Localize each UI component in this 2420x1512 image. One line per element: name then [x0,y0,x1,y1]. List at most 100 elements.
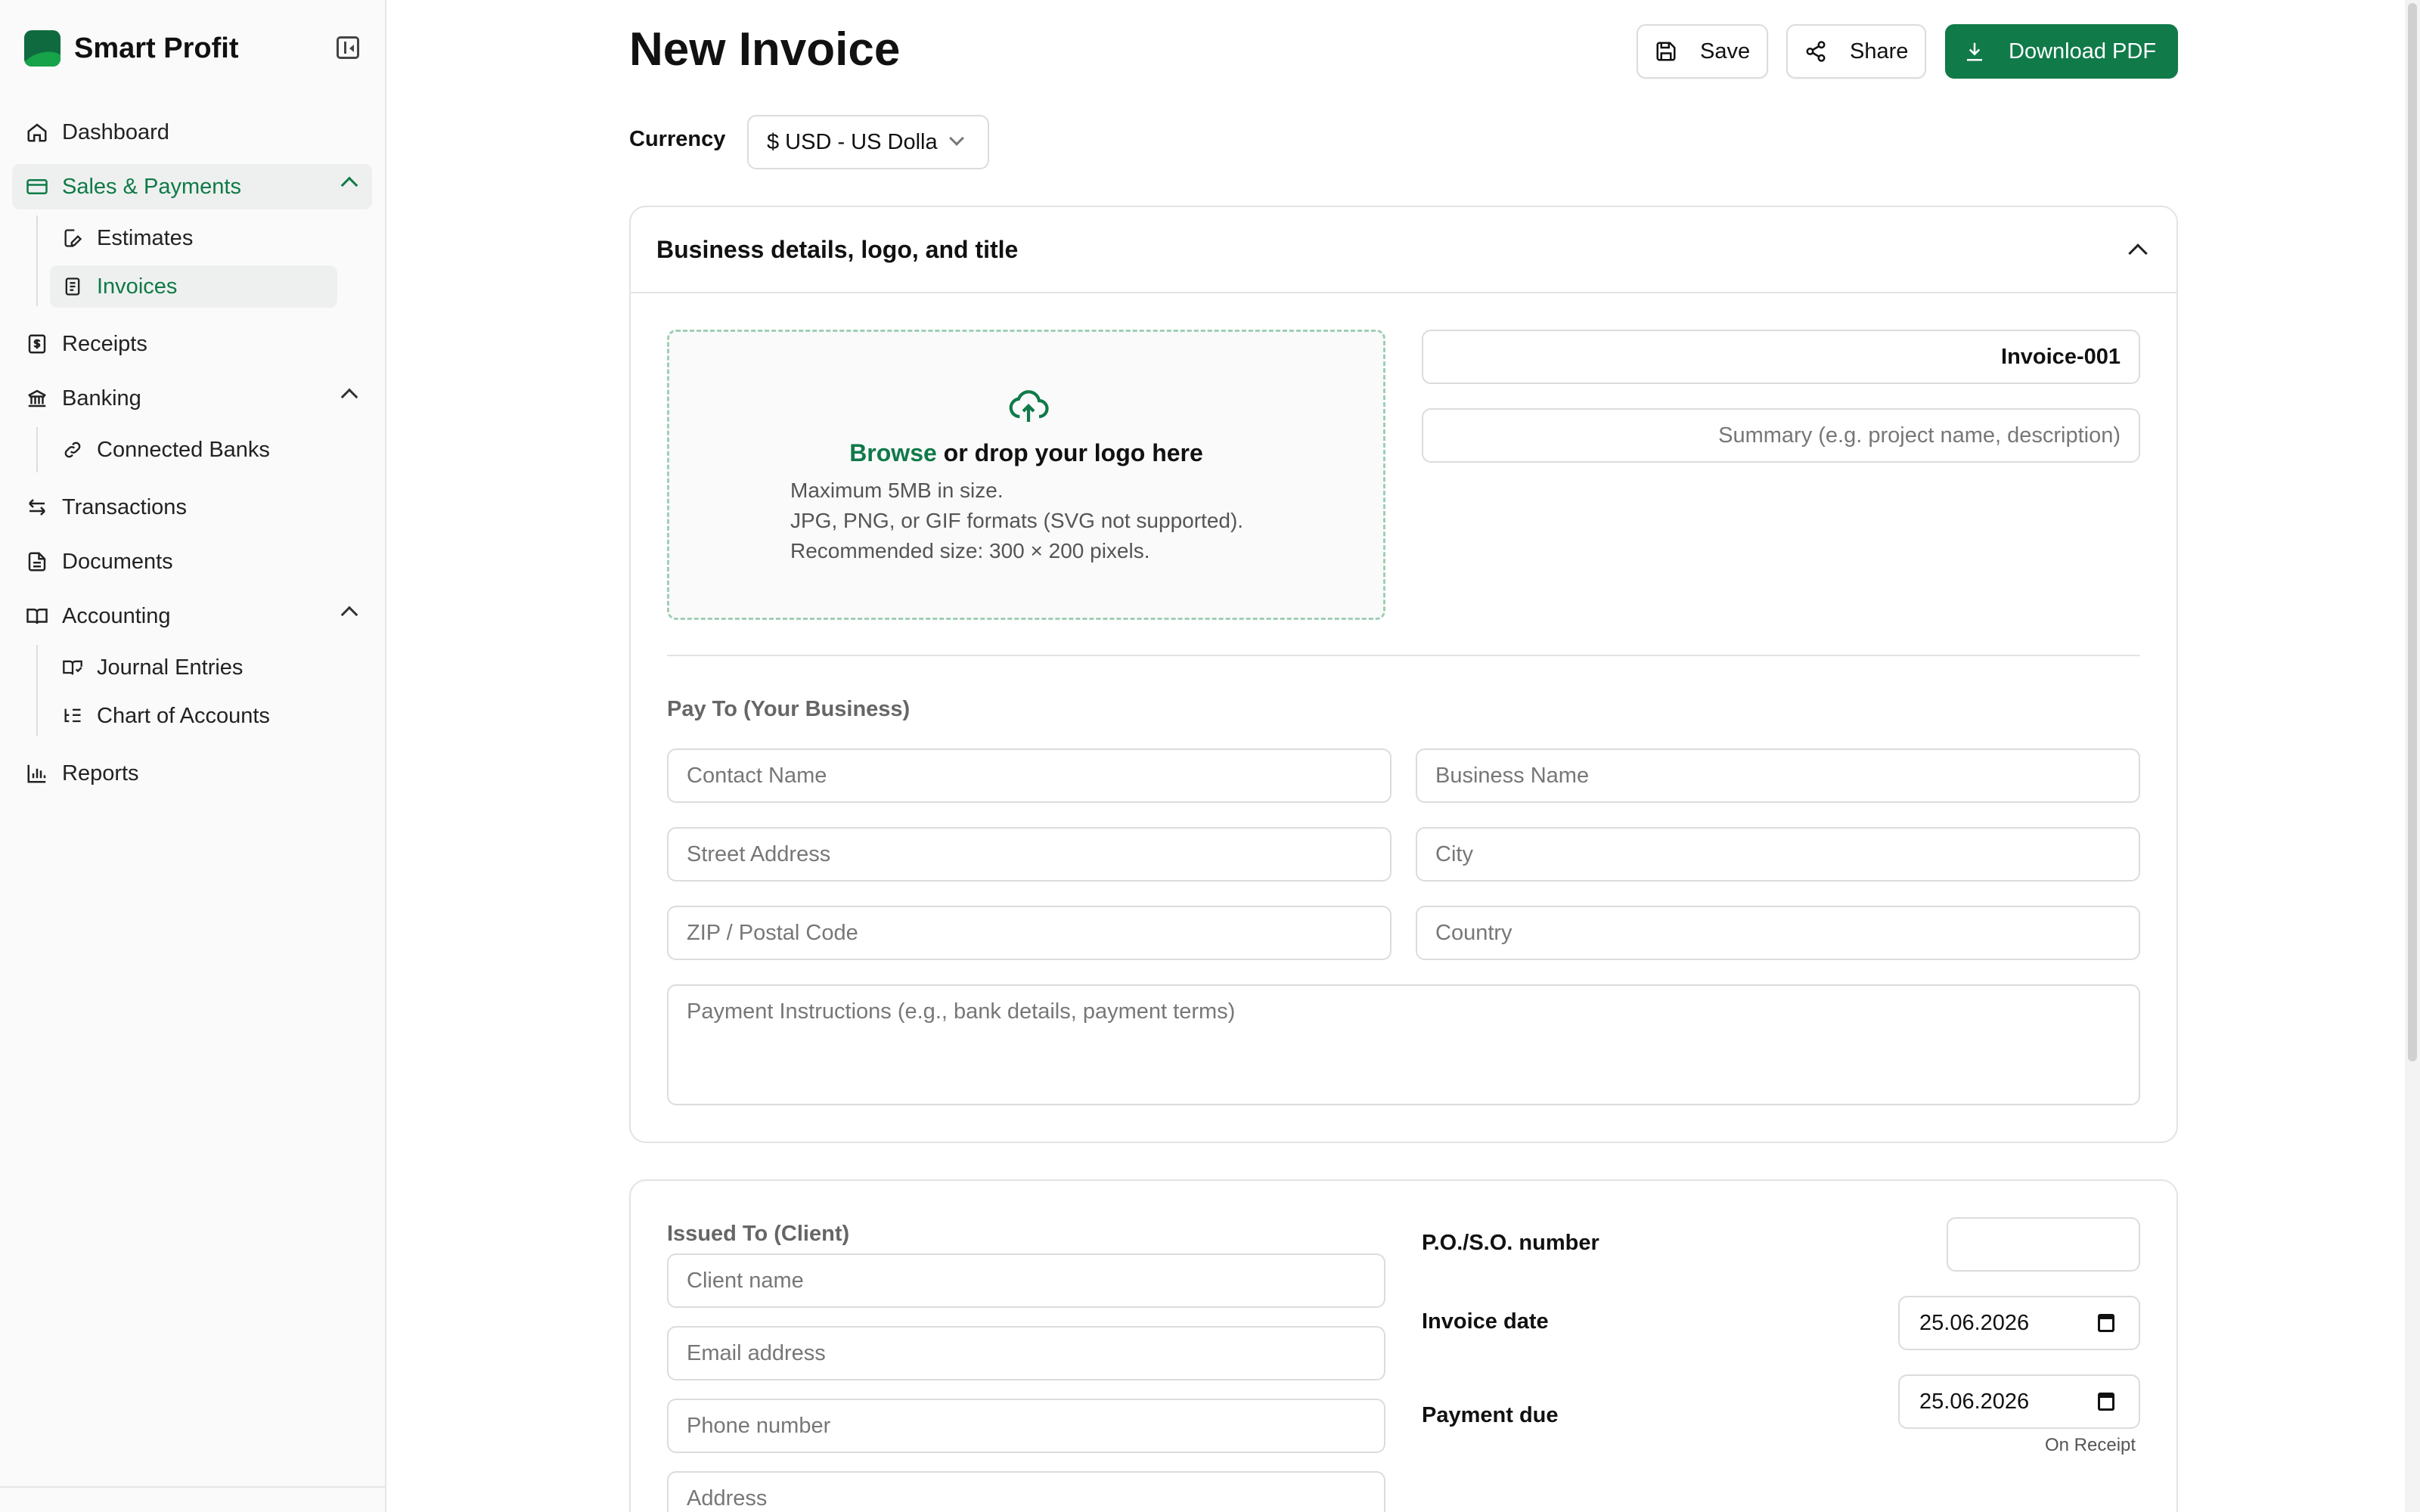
sidebar-item-chart-of-accounts[interactable]: Chart of Accounts [50,695,337,737]
tree-line [36,427,38,472]
dropzone-hint-size: Maximum 5MB in size. [790,479,1004,502]
sidebar-item-label: Banking [62,386,141,411]
sidebar-item-label: Chart of Accounts [97,703,270,728]
payment-due-input[interactable]: 25.06.2026 [1898,1374,2140,1429]
share-label: Share [1850,39,1909,64]
contact-name-input[interactable] [667,748,1392,803]
sidebar-item-journal-entries[interactable]: Journal Entries [50,646,337,689]
sidebar-item-label: Estimates [97,225,194,250]
sidebar-item-label: Journal Entries [97,655,244,680]
chevron-down-icon [949,131,964,146]
sidebar-item-transactions[interactable]: Transactions [12,485,372,530]
sidebar-item-sales-payments[interactable]: Sales & Payments [12,164,372,209]
sidebar-item-label: Reports [62,761,139,785]
sidebar-item-invoices[interactable]: Invoices [50,265,337,308]
share-icon [1804,40,1827,63]
sidebar-collapse-icon[interactable] [337,36,359,59]
country-input[interactable] [1416,906,2140,960]
tree-line [36,215,38,306]
sidebar-item-connected-banks[interactable]: Connected Banks [50,429,337,471]
chevron-up-icon [340,388,358,406]
calendar-icon[interactable] [2098,1393,2114,1411]
save-label: Save [1700,39,1751,64]
book-icon [26,605,48,627]
page-title: New Invoice [629,23,901,76]
save-button[interactable]: Save [1637,24,1769,79]
dropzone-hint-dimensions: Recommended size: 300 × 200 pixels. [790,539,1150,562]
sidebar-item-label: Sales & Payments [62,174,241,199]
link-icon [62,439,83,460]
arrows-swap-icon [26,496,48,519]
invoice-date-label: Invoice date [1422,1309,1549,1334]
sidebar-item-label: Invoices [97,274,178,299]
payment-due-label: Payment due [1422,1403,1559,1427]
logo-dropzone[interactable]: Browse or drop your logo here Maximum 5M… [667,330,1385,620]
city-input[interactable] [1416,827,2140,881]
invoice-number-input[interactable] [1422,330,2140,384]
po-number-label: P.O./S.O. number [1422,1231,1599,1255]
brand[interactable]: Smart Profit [24,29,238,68]
invoice-date-value: 25.06.2026 [1919,1310,2030,1335]
invoice-date-input[interactable]: 25.06.2026 [1898,1296,2140,1350]
sidebar-item-banking[interactable]: Banking [12,376,372,421]
zip-input[interactable] [667,906,1392,960]
sidebar: Smart Profit Dashboard Sales & Payments … [0,0,386,1512]
client-address-input[interactable] [667,1471,1385,1512]
sidebar-item-documents[interactable]: Documents [12,539,372,584]
bank-icon [26,387,48,410]
sidebar-item-accounting[interactable]: Accounting [12,593,372,639]
sidebar-item-label: Transactions [62,494,187,519]
tree-line [36,645,38,736]
sidebar-item-label: Accounting [62,603,171,628]
browse-link[interactable]: Browse [849,439,937,466]
sidebar-footer [0,1486,385,1488]
sidebar-item-label: Connected Banks [97,437,270,462]
brand-logo-icon [24,30,60,67]
summary-input[interactable] [1422,408,2140,463]
calendar-icon[interactable] [2098,1314,2114,1332]
client-name-input[interactable] [667,1253,1385,1308]
share-button[interactable]: Share [1786,24,1927,79]
sidebar-item-reports[interactable]: Reports [12,751,372,796]
client-phone-input[interactable] [667,1399,1385,1453]
save-icon [1655,40,1677,63]
dropzone-title: Browse or drop your logo here [669,439,1383,467]
sidebar-item-receipts[interactable]: Receipts [12,321,372,367]
edit-document-icon [62,228,83,249]
business-name-input[interactable] [1416,748,2140,803]
invoice-icon [62,276,83,297]
chevron-up-icon[interactable] [2128,243,2148,263]
credit-card-icon [26,175,48,198]
payment-instructions-input[interactable] [667,984,2140,1105]
home-icon [26,121,48,144]
scrollbar-thumb[interactable] [2408,3,2417,1061]
list-tree-icon [62,705,83,727]
download-pdf-button[interactable]: Download PDF [1945,24,2178,79]
dropzone-text: or drop your logo here [936,439,1203,466]
receipt-icon [26,333,48,355]
cloud-upload-icon [1009,390,1049,422]
download-label: Download PDF [2009,39,2157,64]
bar-chart-icon [26,762,48,785]
currency-label: Currency [629,127,726,151]
payment-due-value: 25.06.2026 [1919,1389,2030,1414]
business-details-header[interactable]: Business details, logo, and title [631,207,2176,293]
sidebar-item-label: Documents [62,549,173,574]
brand-name: Smart Profit [74,32,239,64]
payment-due-note: On Receipt [2045,1435,2136,1455]
chevron-up-icon [340,176,358,194]
currency-select[interactable]: $ USD - US Dolla [747,115,989,169]
chevron-up-icon [340,606,358,624]
issued-to-label: Issued To (Client) [667,1222,850,1246]
dropzone-hint-formats: JPG, PNG, or GIF formats (SVG not suppor… [790,509,1244,532]
sidebar-item-label: Dashboard [62,119,169,144]
sidebar-item-estimates[interactable]: Estimates [50,217,337,259]
journal-icon [62,657,83,678]
document-icon [26,550,48,573]
po-number-input[interactable] [1947,1217,2140,1272]
download-icon [1963,40,1986,63]
street-address-input[interactable] [667,827,1392,881]
client-email-input[interactable] [667,1326,1385,1380]
currency-value: $ USD - US Dolla [767,129,938,154]
sidebar-item-dashboard[interactable]: Dashboard [12,110,372,155]
